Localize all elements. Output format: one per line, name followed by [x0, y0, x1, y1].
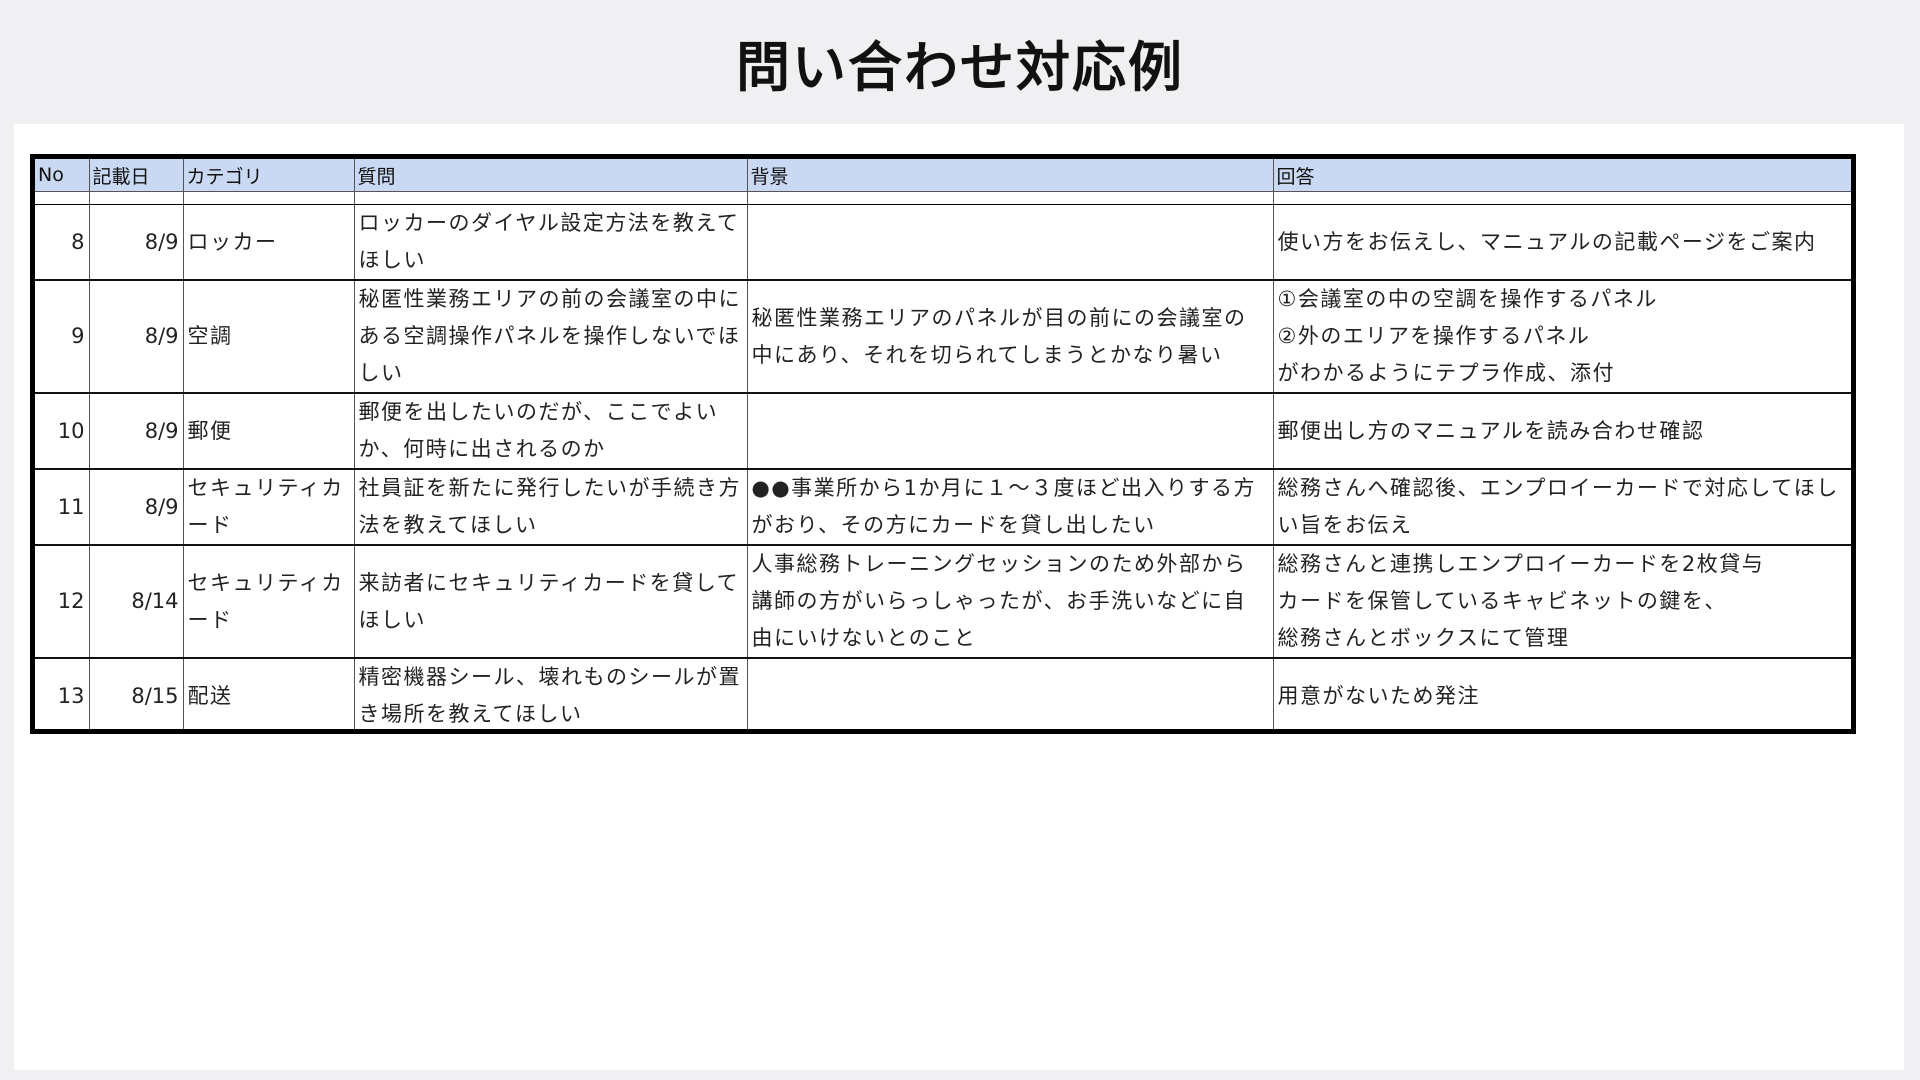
cell-background [747, 204, 1274, 281]
header-question: 質問 [354, 159, 748, 192]
table-row: 9 8/9 空調 秘匿性業務エリアの前の会議室の中にある空調操作パネルを操作しな… [35, 280, 1851, 394]
cell-date: 8/9 [89, 280, 184, 394]
cell-no: 12 [35, 545, 90, 659]
table-row: 10 8/9 郵便 郵便を出したいのだが、ここでよいか、何時に出されるのか 郵便… [35, 393, 1851, 470]
cell-category: 郵便 [183, 393, 355, 470]
header-no: No [35, 159, 90, 192]
cell-category: ロッカー [183, 204, 355, 281]
cell-answer: 郵便出し方のマニュアルを読み合わせ確認 [1273, 393, 1851, 470]
cell-answer: 総務さんへ確認後、エンプロイーカードで対応してほしい旨をお伝え [1273, 469, 1851, 546]
header-background: 背景 [747, 159, 1274, 192]
table-row: 13 8/15 配送 精密機器シール、壊れものシールが置き場所を教えてほしい 用… [35, 658, 1851, 729]
cell-no: 9 [35, 280, 90, 394]
cell-question: 郵便を出したいのだが、ここでよいか、何時に出されるのか [354, 393, 748, 470]
header-category: カテゴリ [183, 159, 355, 192]
cell-background [747, 658, 1274, 729]
cell-category: セキュリティカード [183, 545, 355, 659]
slide-title: 問い合わせ対応例 [736, 35, 1184, 99]
header-date: 記載日 [89, 159, 184, 192]
cell-no: 11 [35, 469, 90, 546]
cell-date: 8/15 [89, 658, 184, 729]
cell-date: 8/9 [89, 204, 184, 281]
table-row: 12 8/14 セキュリティカード 来訪者にセキュリティカードを貸してほしい 人… [35, 545, 1851, 659]
cell-question: 来訪者にセキュリティカードを貸してほしい [354, 545, 748, 659]
cell-question: 社員証を新たに発行したいが手続き方法を教えてほしい [354, 469, 748, 546]
cell-question: 精密機器シール、壊れものシールが置き場所を教えてほしい [354, 658, 748, 729]
cell-category: セキュリティカード [183, 469, 355, 546]
cell-background: 秘匿性業務エリアのパネルが目の前にの会議室の中にあり、それを切られてしまうとかな… [747, 280, 1274, 394]
cell-no: 10 [35, 393, 90, 470]
cell-no: 8 [35, 204, 90, 281]
table-row: 8 8/9 ロッカー ロッカーのダイヤル設定方法を教えてほしい 使い方をお伝えし… [35, 204, 1851, 281]
cell-category: 配送 [183, 658, 355, 729]
cell-background: ●●事業所から1か月に１～３度ほど出入りする方がおり、その方にカードを貸し出した… [747, 469, 1274, 546]
cell-date: 8/14 [89, 545, 184, 659]
cell-background: 人事総務トレーニングセッションのため外部から講師の方がいらっしゃったが、お手洗い… [747, 545, 1274, 659]
inquiry-table: No 記載日 カテゴリ 質問 背景 回答 8 8/9 ロッカー ロッカーのダイヤ… [35, 159, 1851, 729]
cell-answer: ①会議室の中の空調を操作するパネル ②外のエリアを操作するパネル がわかるように… [1273, 280, 1851, 394]
cell-answer: 使い方をお伝えし、マニュアルの記載ページをご案内 [1273, 204, 1851, 281]
cell-question: 秘匿性業務エリアの前の会議室の中にある空調操作パネルを操作しないでほしい [354, 280, 748, 394]
cell-answer: 総務さんと連携しエンプロイーカードを2枚貸与 カードを保管しているキャビネットの… [1273, 545, 1851, 659]
cell-date: 8/9 [89, 469, 184, 546]
cell-no: 13 [35, 658, 90, 729]
cell-date: 8/9 [89, 393, 184, 470]
table-row: 11 8/9 セキュリティカード 社員証を新たに発行したいが手続き方法を教えてほ… [35, 469, 1851, 546]
cell-question: ロッカーのダイヤル設定方法を教えてほしい [354, 204, 748, 281]
cell-background [747, 393, 1274, 470]
header-answer: 回答 [1273, 159, 1851, 192]
inquiry-table-frame: No 記載日 カテゴリ 質問 背景 回答 8 8/9 ロッカー ロッカーのダイヤ… [30, 154, 1856, 734]
table-header-row: No 記載日 カテゴリ 質問 背景 回答 [35, 159, 1851, 192]
cell-answer: 用意がないため発注 [1277, 683, 1480, 708]
cell-category: 空調 [183, 280, 355, 394]
table-row-clipped [35, 191, 1851, 205]
